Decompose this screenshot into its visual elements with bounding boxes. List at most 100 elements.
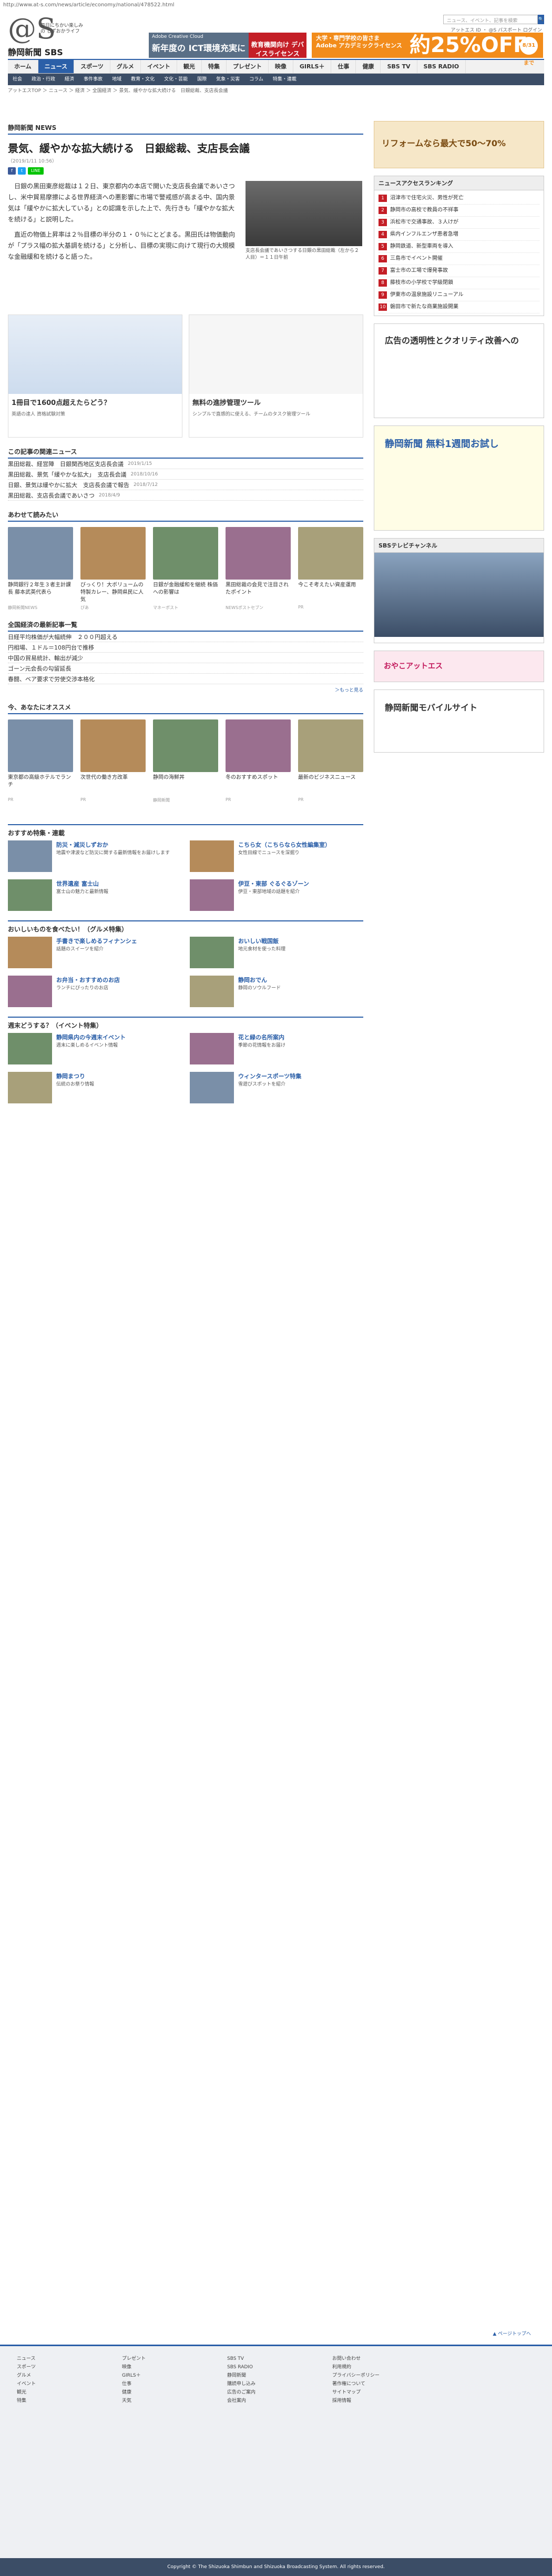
ranking-item[interactable]: 7 富士市の工場で爆発事故 bbox=[379, 265, 539, 277]
list-item[interactable]: 黒田総裁、支店長会議であいさつ 2018/4/9 bbox=[8, 490, 363, 501]
category-item[interactable]: 静岡まつり 伝統のお祭り情報 bbox=[8, 1072, 181, 1106]
twitter-share-button[interactable]: t bbox=[17, 167, 26, 175]
footer-link[interactable]: SBS RADIO bbox=[227, 2363, 311, 2371]
list-item[interactable]: 黒田総裁、景気「緩やかな拡大」 支店長会議 2018/10/16 bbox=[8, 469, 363, 480]
list-item[interactable]: ゴーン元会長の勾留延長 bbox=[8, 663, 363, 674]
card[interactable]: 黒田総裁の会見で注目されたポイント NEWSポストセブン bbox=[226, 527, 291, 611]
footer-link[interactable]: 購読申し込み bbox=[227, 2380, 311, 2388]
ranking-number: 3 bbox=[379, 219, 387, 226]
card[interactable]: 日銀が金融緩和を継続 株価への影響は マネーポスト bbox=[153, 527, 218, 611]
category-item-title: 静岡県内の今週末イベント bbox=[56, 1034, 126, 1041]
line-share-button[interactable]: LINE bbox=[27, 167, 44, 175]
category-grid: 防災・減災しずおか 地震や津波など防災に関する最新情報をお届けします こちら女（こち… bbox=[8, 840, 363, 913]
footer-link[interactable]: 利用規約 bbox=[332, 2363, 416, 2371]
footer-link[interactable]: プライバシーポリシー bbox=[332, 2371, 416, 2380]
ranking-item[interactable]: 4 県内インフルエンザ患者急増 bbox=[379, 229, 539, 241]
list-item[interactable]: 日銀、景気は緩やかに拡大 支店長会議で報告 2018/7/12 bbox=[8, 480, 363, 490]
card[interactable]: 最新のビジネスニュース PR bbox=[298, 719, 363, 803]
ranking-item[interactable]: 5 静岡鉄道、新型車両を導入 bbox=[379, 241, 539, 253]
ranking-item[interactable]: 10 磐田市で新たな商業施設開業 bbox=[379, 301, 539, 313]
page-top-link[interactable]: ▲ ページトップへ bbox=[493, 2330, 531, 2337]
footer-link[interactable]: 仕事 bbox=[122, 2380, 206, 2388]
card[interactable]: 冬のおすすめスポット PR bbox=[226, 719, 291, 803]
article-photo[interactable]: 支店長会議であいさつする日銀の黒田総裁（左から２人目）＝１１日午前 bbox=[246, 181, 362, 265]
photo-caption: 支店長会議であいさつする日銀の黒田総裁（左から２人目）＝１１日午前 bbox=[246, 248, 359, 260]
category-item[interactable]: 防災・減災しずおか 地震や津波など防災に関する最新情報をお届けします bbox=[8, 840, 181, 874]
footer-link[interactable]: 映像 bbox=[122, 2363, 206, 2371]
footer-link[interactable]: ニュース bbox=[17, 2355, 101, 2363]
category-item[interactable]: おいしい戦国飯 地元食材を使った料理 bbox=[190, 937, 363, 970]
footer-link[interactable]: プレゼント bbox=[122, 2355, 206, 2363]
footer-link[interactable]: イベント bbox=[17, 2380, 101, 2388]
footer-link[interactable]: サイトマップ bbox=[332, 2388, 416, 2397]
list-item-title: 日経平均株価が大幅続伸 ２００円超える bbox=[8, 633, 118, 641]
card-title: 今こそ考えたい資産運用 bbox=[298, 582, 356, 588]
category-image bbox=[190, 937, 234, 968]
site-footer: ニュース スポーツ グルメ イベント 観光 特集 プレゼント 映像 GIRLS＋ 仕事 健康 天気 SB… bbox=[0, 2345, 552, 2576]
footer-link[interactable]: 観光 bbox=[17, 2388, 101, 2397]
card[interactable]: 静岡の海鮮丼 静岡新聞 bbox=[153, 719, 218, 803]
card[interactable]: 静岡銀行２年生３者主計課長 藤本武英代表ら 静岡新聞NEWS bbox=[8, 527, 73, 611]
footer-link[interactable]: 天気 bbox=[122, 2397, 206, 2405]
list-item-title: 中国の貿易統計、輸出が減少 bbox=[8, 654, 83, 662]
category-item[interactable]: こちら女（こちらなら女性編集室） 女性目線でニュースを深掘り bbox=[190, 840, 363, 874]
footer-link[interactable]: 著作権について bbox=[332, 2380, 416, 2388]
footer-link[interactable]: 特集 bbox=[17, 2397, 101, 2405]
article-paragraph: 直近の物価上昇率は２％目標の半分の１・０％にとどまる。黒田氏は物価動向が「プラス… bbox=[8, 231, 236, 260]
footer-link[interactable]: スポーツ bbox=[17, 2363, 101, 2371]
ranking-item[interactable]: 1 沼津市で住宅火災、男性が死亡 bbox=[379, 192, 539, 205]
list-item[interactable]: 黒田総裁、経営陣 日銀関西地区支店長会議 2019/1/15 bbox=[8, 459, 363, 469]
category-item[interactable]: お弁当・おすすめのお店 ランチにぴったりのお店 bbox=[8, 976, 181, 1009]
article-body: 日銀の黒田東彦総裁は１２日、東京都内の本店で開いた支店長会議であいさつし、米中貿… bbox=[8, 181, 363, 307]
category-item[interactable]: ウィンタースポーツ特集 雪遊びスポットを紹介 bbox=[190, 1072, 363, 1106]
footer-link[interactable]: GIRLS＋ bbox=[122, 2371, 206, 2380]
footer-link[interactable]: 広告のご案内 bbox=[227, 2388, 311, 2397]
footer-link[interactable]: SBS TV bbox=[227, 2355, 311, 2363]
category-item[interactable]: 静岡おでん 静岡のソウルフード bbox=[190, 976, 363, 1009]
card[interactable]: 東京都の高級ホテルでランチ PR bbox=[8, 719, 73, 803]
ranking-item[interactable]: 6 三島市でイベント開催 bbox=[379, 253, 539, 265]
category-item[interactable]: 花と緑の名所案内 季節の花情報をお届け bbox=[190, 1033, 363, 1067]
card-title: 東京都の高級ホテルでランチ bbox=[8, 775, 71, 788]
list-item[interactable]: 日経平均株価が大幅続伸 ２００円超える bbox=[8, 632, 363, 642]
card-source: ぴあ bbox=[80, 605, 89, 610]
card[interactable]: 今こそ考えたい資産運用 PR bbox=[298, 527, 363, 611]
oyako-banner[interactable]: おやこアットエス bbox=[374, 651, 544, 682]
ranking-item[interactable]: 2 静岡市の高校で教員の不祥事 bbox=[379, 205, 539, 217]
category-box: おすすめ特集・連載 防災・減災しずおか 地震や津波など防災に関する最新情報をお届けし… bbox=[8, 824, 363, 913]
category-item[interactable]: 手書きで楽しめるフィナンシェ 話題のスイーツを紹介 bbox=[8, 937, 181, 970]
footer-link[interactable]: 静岡新聞 bbox=[227, 2371, 311, 2380]
card[interactable]: びっくり！大ボリュームの特製カレー、静岡県民に人気 ぴあ bbox=[80, 527, 146, 611]
list-item[interactable]: 円相場、１ドル＝108円台で推移 bbox=[8, 642, 363, 653]
category-item[interactable]: 世界遺産 富士山 富士山の魅力と最新情報 bbox=[8, 879, 181, 913]
more-link[interactable]: ＞もっと見る bbox=[8, 686, 363, 693]
reform-ad[interactable]: リフォームなら最大で50〜70% bbox=[374, 121, 544, 168]
footer-link[interactable]: 会社案内 bbox=[227, 2397, 311, 2405]
ranking-title: 沼津市で住宅火災、男性が死亡 bbox=[390, 195, 464, 201]
ranking-title: 浜松市で交通事故、３人けが bbox=[390, 219, 458, 225]
facebook-share-button[interactable]: f bbox=[8, 167, 16, 175]
card-image bbox=[153, 719, 218, 772]
footer-link[interactable]: 健康 bbox=[122, 2388, 206, 2397]
category-item[interactable]: 伊豆・東部 ぐるぐるゾーン 伊豆・東部地域の話題を紹介 bbox=[190, 879, 363, 913]
category-item[interactable]: 静岡県内の今週末イベント 週末に楽しめるイベント情報 bbox=[8, 1033, 181, 1067]
card[interactable]: 次世代の働き方改革 PR bbox=[80, 719, 146, 803]
list-item[interactable]: 春闘、ベア要求で労使交渉本格化 bbox=[8, 674, 363, 684]
video-thumbnail[interactable] bbox=[374, 553, 544, 637]
newspaper-ad[interactable]: 静岡新聞 無料1週間お試し bbox=[374, 425, 544, 531]
ad-box[interactable]: 1冊目で1600点超えたらどう？ 英語の達人 資格試験対策 bbox=[8, 315, 182, 438]
main-column: 静岡新聞 NEWS 景気、緩やかな拡大続ける 日銀総裁、支店長会議 （2019/… bbox=[8, 121, 363, 1106]
ranking-item[interactable]: 8 藤枝市の小学校で学級閉鎖 bbox=[379, 277, 539, 289]
ad-box[interactable]: 広告の透明性とクオリティ改善への bbox=[374, 323, 544, 418]
article-date: （2019/1/11 10:56） bbox=[8, 159, 57, 164]
footer-link[interactable]: お問い合わせ bbox=[332, 2355, 416, 2363]
footer-link[interactable]: 採用情報 bbox=[332, 2397, 416, 2405]
list-item[interactable]: 中国の貿易統計、輸出が減少 bbox=[8, 653, 363, 663]
ranking-item[interactable]: 3 浜松市で交通事故、３人けが bbox=[379, 217, 539, 229]
footer-link[interactable]: グルメ bbox=[17, 2371, 101, 2380]
card-image bbox=[226, 527, 291, 580]
ad-box[interactable]: 無料の進捗管理ツール シンプルで直感的に使える、チームのタスク管理ツール bbox=[189, 315, 363, 438]
ranking-item[interactable]: 9 伊東市の温泉施設リニューアル bbox=[379, 289, 539, 301]
card-source: NEWSポストセブン bbox=[226, 605, 264, 610]
mobile-banner[interactable]: 静岡新聞モバイルサイト bbox=[374, 689, 544, 753]
